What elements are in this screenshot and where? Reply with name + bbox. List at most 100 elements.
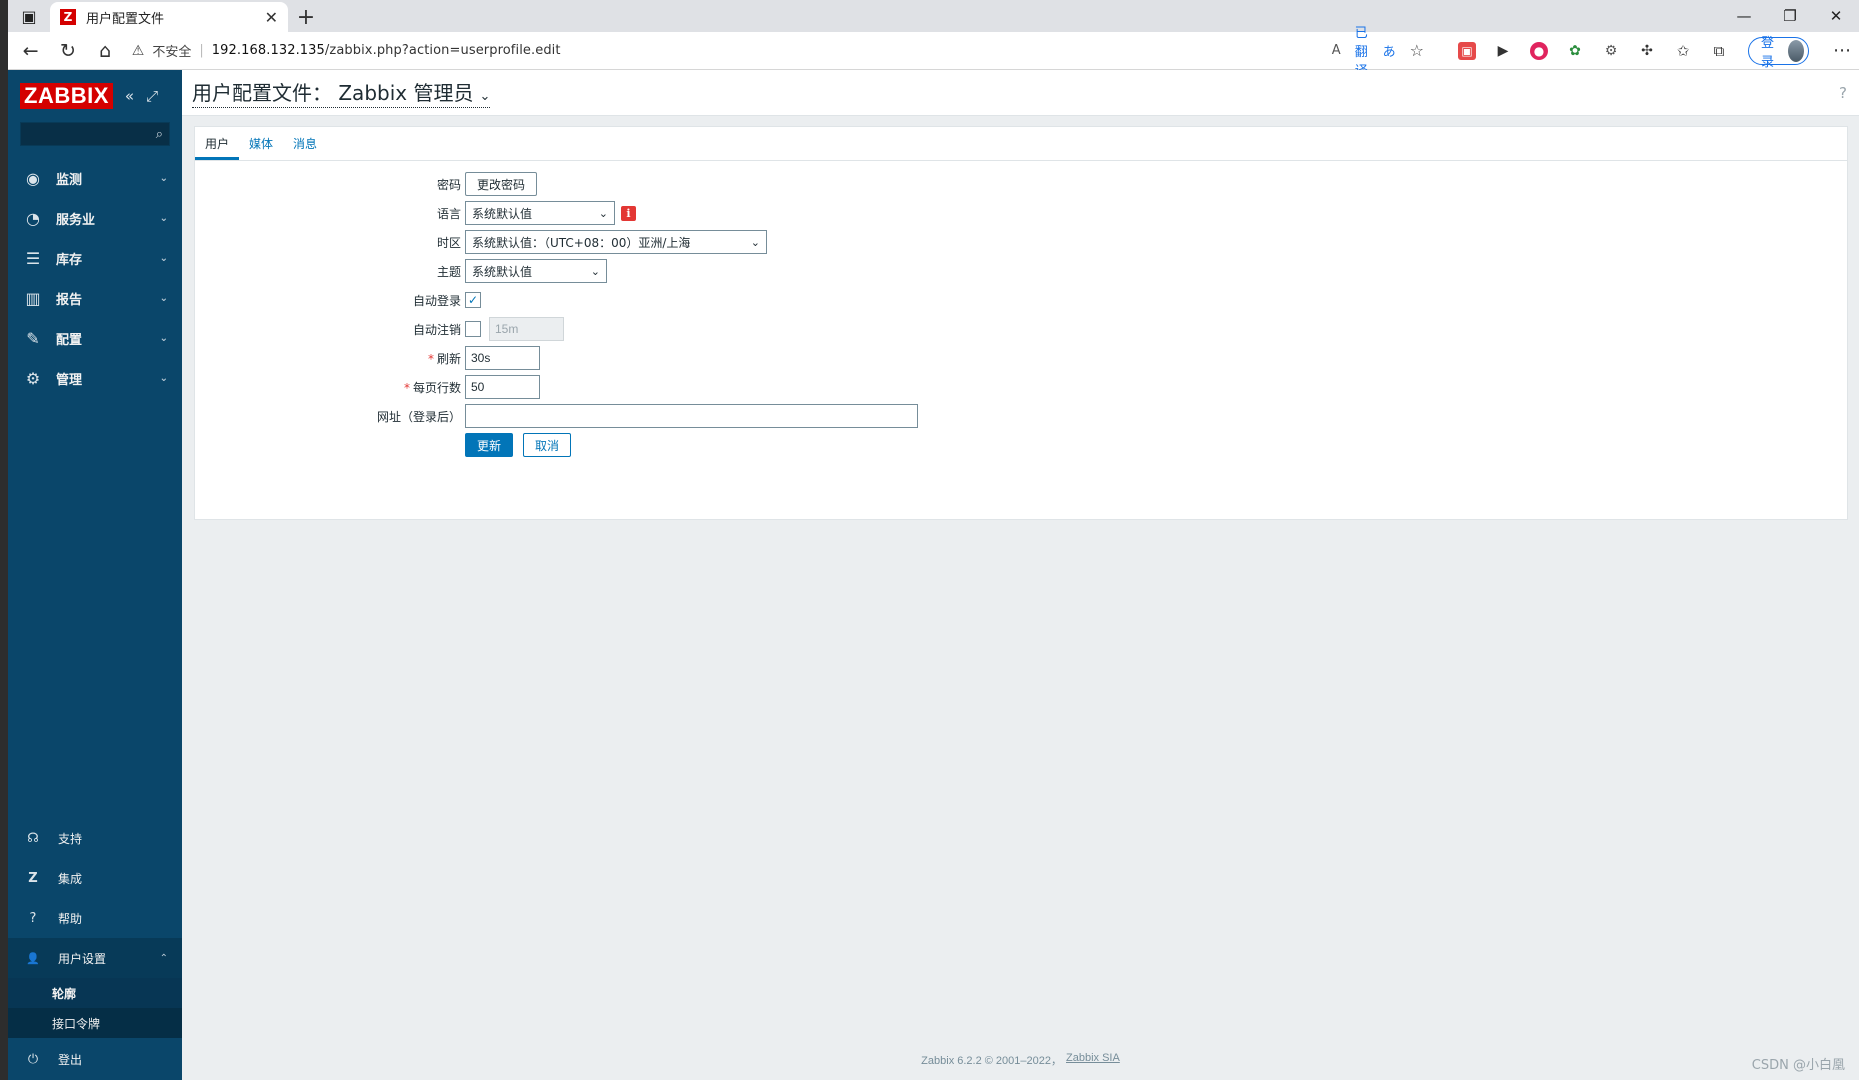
chevron-down-icon: ⌄ bbox=[159, 212, 168, 224]
new-tab-button[interactable]: + bbox=[288, 2, 324, 32]
theme-select[interactable]: 系统默认值 ⌄ bbox=[465, 259, 607, 283]
sidebar-item-label: 配置 bbox=[56, 332, 83, 348]
back-button[interactable]: ← bbox=[12, 33, 49, 69]
rows-per-page-input[interactable]: 50 bbox=[465, 375, 540, 399]
form-buttons-row: 更新 取消 bbox=[195, 432, 1847, 458]
browser-tab-active[interactable]: Z 用户配置文件 ✕ bbox=[50, 2, 288, 32]
sidebar-header: ZABBIX « ⤢ bbox=[8, 70, 182, 122]
zabbix-logo[interactable]: ZABBIX bbox=[20, 83, 113, 109]
sidebar-item-user-settings[interactable]: 👤 用户设置 ⌃ bbox=[8, 938, 182, 978]
timezone-label: 时区 bbox=[436, 235, 461, 250]
refresh-input[interactable]: 30s bbox=[465, 346, 540, 370]
profile-login-button[interactable]: 登录 bbox=[1747, 36, 1809, 70]
headset-icon: ☊ bbox=[27, 830, 39, 846]
language-select[interactable]: 系统默认值 ⌄ bbox=[465, 201, 615, 225]
sidebar-item-label: 库存 bbox=[56, 252, 83, 268]
sidebar-item-label: 报告 bbox=[56, 292, 83, 308]
autologout-label: 自动注销 bbox=[412, 322, 461, 337]
sidebar-subitem-profile[interactable]: 轮廓 bbox=[8, 978, 182, 1008]
settings-menu-icon[interactable]: ⋯ bbox=[1833, 40, 1851, 61]
home-button[interactable]: ⌂ bbox=[87, 33, 124, 69]
extension-gear-icon[interactable]: ⚙ bbox=[1602, 42, 1620, 60]
change-password-button[interactable]: 更改密码 bbox=[465, 172, 538, 196]
help-icon[interactable]: ? bbox=[1839, 84, 1847, 102]
sidebar-item-integrations[interactable]: Z 集成 bbox=[8, 858, 182, 898]
refresh-row: * 刷新 30s bbox=[195, 345, 1847, 371]
question-icon: ? bbox=[29, 910, 37, 926]
tab-actions-icon[interactable]: ▣ bbox=[8, 0, 50, 32]
sidebar-item-support[interactable]: ☊ 支持 bbox=[8, 818, 182, 858]
sidebar-item-monitoring[interactable]: ◉ 监测 ⌄ bbox=[8, 158, 182, 198]
security-label[interactable]: 不安全 bbox=[152, 41, 191, 60]
kiosk-mode-icon[interactable]: ⤢ bbox=[146, 87, 158, 105]
stopwatch-icon: ◔ bbox=[26, 208, 40, 228]
csdn-watermark: CSDN @小白凰 bbox=[1751, 1058, 1845, 1073]
sidebar-item-services[interactable]: ◔ 服务业 ⌄ bbox=[8, 198, 182, 238]
translate-icon[interactable]: あ bbox=[1383, 41, 1396, 60]
extension-red-icon[interactable]: ▣ bbox=[1457, 41, 1476, 60]
favorites-icon[interactable]: ✩ bbox=[1674, 42, 1692, 60]
sidebar-item-label: 帮助 bbox=[58, 911, 83, 926]
address-bar[interactable]: ⚠ 不安全 | 192.168.132.135/zabbix.php?actio… bbox=[132, 36, 1332, 66]
profile-tabs: 用户 媒体 消息 bbox=[195, 127, 1847, 161]
sidebar-item-help[interactable]: ? 帮助 bbox=[8, 898, 182, 938]
sidebar-item-reports[interactable]: ▥ 报告 ⌄ bbox=[8, 278, 182, 318]
sidebar-item-logout[interactable]: ⏻ 登出 bbox=[8, 1038, 182, 1080]
page-title[interactable]: 用户配置文件： Zabbix 管理员 ⌄ bbox=[192, 77, 491, 108]
user-icon: 👤 bbox=[26, 951, 40, 965]
extension-pink-icon[interactable]: ● bbox=[1529, 41, 1548, 60]
footer-company-link[interactable]: Zabbix SIA bbox=[1066, 1052, 1120, 1068]
warning-icon[interactable]: ⚠ bbox=[132, 43, 145, 59]
sidebar-item-label: 服务业 bbox=[56, 212, 96, 228]
tab-messaging[interactable]: 消息 bbox=[283, 135, 327, 160]
tab-close-icon[interactable]: ✕ bbox=[265, 8, 278, 27]
window-edge bbox=[0, 0, 8, 1080]
sidebar-item-label: 支持 bbox=[58, 831, 83, 846]
chevron-down-icon: ⌄ bbox=[159, 292, 168, 304]
sidebar-item-label: 监测 bbox=[56, 172, 83, 188]
timezone-select[interactable]: 系统默认值：（UTC+08：00）亚洲/上海 ⌄ bbox=[465, 230, 767, 254]
favorite-star-icon[interactable]: ☆ bbox=[1410, 41, 1424, 60]
sidebar: ZABBIX « ⤢ ⌕ ◉ 监测 ⌄ ◔ 服务业 ⌄ ☰ 库存 ⌄ ▥ 报告 … bbox=[8, 70, 182, 1080]
chevron-down-icon: ⌄ bbox=[590, 264, 600, 278]
sidebar-item-inventory[interactable]: ☰ 库存 ⌄ bbox=[8, 238, 182, 278]
chevron-down-icon: ⌄ bbox=[159, 332, 168, 344]
chevron-down-icon: ⌄ bbox=[598, 206, 608, 220]
url-host: 192.168.132.135 bbox=[211, 43, 325, 58]
language-row: 语言 系统默认值 ⌄ i bbox=[195, 200, 1847, 226]
search-icon[interactable]: ⌕ bbox=[156, 127, 163, 142]
rows-per-page-row: * 每页行数 50 bbox=[195, 374, 1847, 400]
tab-media[interactable]: 媒体 bbox=[239, 135, 283, 160]
footer-copyright: Zabbix 6.2.2 © 2001–2022， bbox=[921, 1055, 1062, 1067]
url-path: /zabbix.php?action=userprofile.edit bbox=[324, 43, 561, 58]
extension-icons: ▣ ▶ ● ✿ ⚙ ✣ ✩ ⧉ bbox=[1457, 41, 1728, 60]
rows-per-page-label-text: 每页行数 bbox=[412, 380, 461, 395]
read-aloud-icon[interactable]: A bbox=[1332, 43, 1341, 58]
update-button[interactable]: 更新 bbox=[465, 433, 514, 457]
extension-play-icon[interactable]: ▶ bbox=[1494, 42, 1512, 60]
collapse-sidebar-icon[interactable]: « bbox=[125, 87, 134, 105]
timezone-value: 系统默认值：（UTC+08：00）亚洲/上海 bbox=[472, 235, 691, 250]
refresh-button[interactable]: ↻ bbox=[49, 33, 86, 69]
collections-icon[interactable]: ⧉ bbox=[1710, 42, 1728, 60]
theme-row: 主题 系统默认值 ⌄ bbox=[195, 258, 1847, 284]
autologout-checkbox[interactable] bbox=[465, 321, 481, 337]
required-mark: * bbox=[427, 351, 434, 366]
autologin-checkbox[interactable]: ✓ bbox=[465, 292, 481, 308]
address-separator: | bbox=[199, 43, 204, 58]
chevron-down-icon: ⌄ bbox=[159, 172, 168, 184]
list-icon: ☰ bbox=[25, 248, 41, 268]
url-text[interactable]: 192.168.132.135/zabbix.php?action=userpr… bbox=[212, 43, 561, 58]
sidebar-search-input[interactable]: ⌕ bbox=[20, 122, 170, 146]
tab-user[interactable]: 用户 bbox=[195, 135, 240, 160]
sidebar-subitem-api-tokens[interactable]: 接口令牌 bbox=[8, 1008, 182, 1038]
url-after-login-input[interactable] bbox=[465, 404, 918, 428]
extension-flower-icon[interactable]: ✿ bbox=[1566, 42, 1584, 60]
info-icon[interactable]: i bbox=[621, 205, 636, 221]
cancel-button[interactable]: 取消 bbox=[523, 433, 572, 457]
extensions-puzzle-icon[interactable]: ✣ bbox=[1638, 42, 1656, 60]
theme-value: 系统默认值 bbox=[472, 264, 533, 279]
sidebar-item-administration[interactable]: ⚙ 管理 ⌄ bbox=[8, 358, 182, 398]
sidebar-item-configuration[interactable]: ✎ 配置 ⌄ bbox=[8, 318, 182, 358]
sidebar-item-label: 用户设置 bbox=[58, 951, 107, 966]
